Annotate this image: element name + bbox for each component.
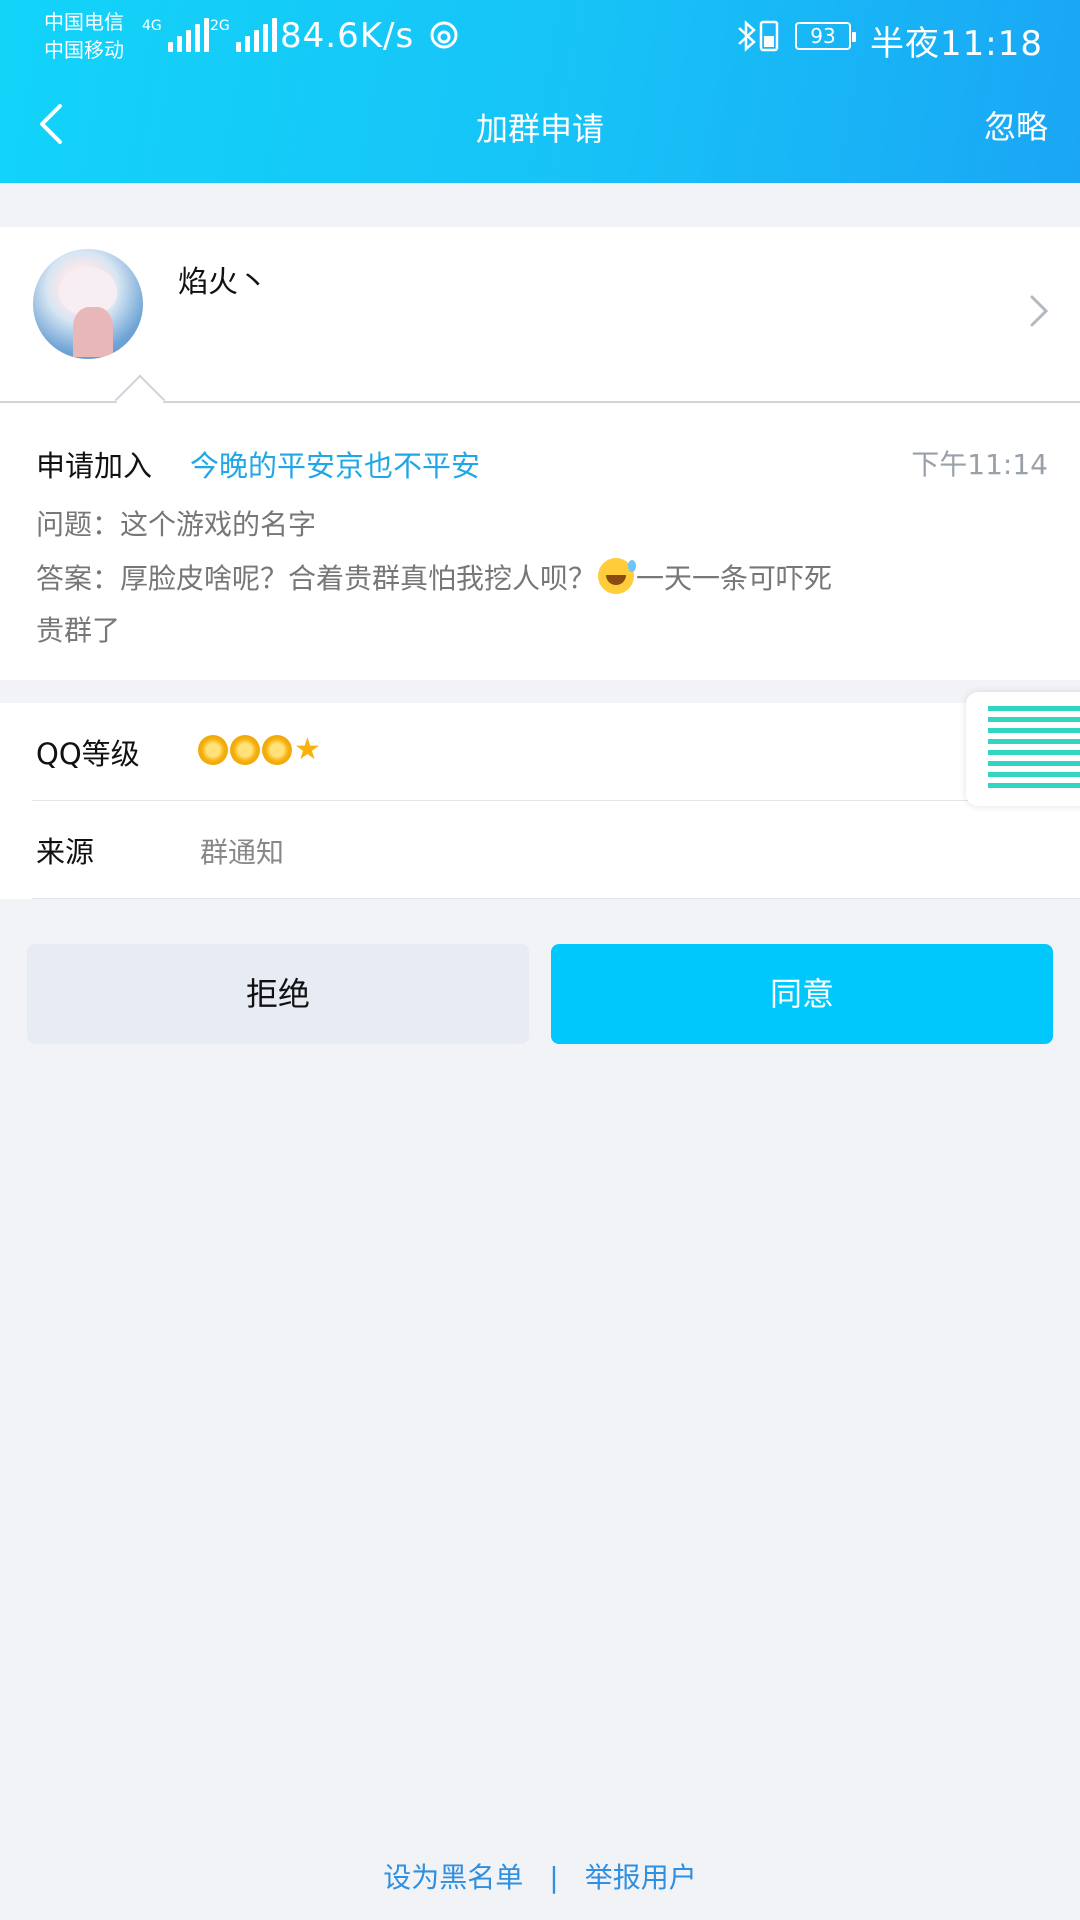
qq-level-badges: ★	[198, 735, 324, 765]
net-speed: 84.6K/s	[280, 16, 415, 56]
chevron-right-icon	[1030, 295, 1049, 327]
blacklist-link[interactable]: 设为黑名单	[383, 1861, 523, 1894]
ignore-button[interactable]: 忽略	[984, 102, 1048, 148]
sun-icon	[262, 735, 292, 765]
carrier-1: 中国电信	[44, 10, 124, 34]
page-title: 加群申请	[475, 110, 604, 148]
applicant-nickname: 焰火丶	[178, 265, 268, 300]
source-value: 群通知	[200, 836, 285, 869]
source-label: 来源	[36, 835, 95, 869]
request-answer: 答案：厚脸皮啥呢？合着贵群真怕我挖人呗？ 一天一条可吓死贵群了	[36, 553, 856, 657]
applicant-info: QQ等级 ★ 来源 群通知	[0, 703, 1080, 899]
group-name-link[interactable]: 今晚的平安京也不平安	[190, 443, 480, 485]
menu-lines-icon	[988, 706, 1080, 790]
reject-button[interactable]: 拒绝	[27, 944, 529, 1044]
source-row: 来源 群通知	[0, 801, 1080, 899]
signal-2g-icon: 2G	[210, 18, 277, 52]
request-time: 下午11:14	[911, 448, 1048, 481]
netease-music-icon	[428, 18, 460, 60]
vibrate-battery-icon	[758, 18, 780, 62]
sweat-smile-emoji-icon	[598, 558, 637, 594]
floating-menu-button[interactable]	[966, 692, 1080, 806]
footer-links: 设为黑名单 | 举报用户	[0, 1856, 1080, 1896]
status-time: 半夜11:18	[870, 24, 1043, 64]
avatar[interactable]	[33, 249, 143, 359]
signal-4g-icon: 4G	[142, 18, 209, 52]
accept-button[interactable]: 同意	[551, 944, 1053, 1044]
sun-icon	[230, 735, 260, 765]
net-1-label: 4G	[142, 18, 162, 34]
carrier-labels: 中国电信 中国移动	[44, 8, 124, 64]
request-label: 申请加入	[36, 449, 153, 483]
status-bar: 中国电信 中国移动 4G 2G 84.6K/s 93 半夜11:18	[0, 0, 1080, 80]
net-2-label: 2G	[210, 18, 230, 34]
carrier-2: 中国移动	[44, 38, 124, 62]
request-question: 问题：这个游戏的名字	[36, 508, 317, 541]
footer-separator: |	[549, 1861, 559, 1894]
qq-level-label: QQ等级	[36, 737, 140, 771]
row-divider	[32, 898, 1080, 899]
sun-icon	[198, 735, 228, 765]
star-icon: ★	[294, 732, 321, 767]
report-user-link[interactable]: 举报用户	[585, 1861, 697, 1894]
applicant-profile-row[interactable]: 焰火丶	[0, 227, 1080, 402]
request-details: 申请加入 今晚的平安京也不平安 下午11:14 问题：这个游戏的名字 答案：厚脸…	[0, 403, 1080, 680]
header-bar: 中国电信 中国移动 4G 2G 84.6K/s 93 半夜11:18 加群申请 …	[0, 0, 1080, 183]
qq-level-row: QQ等级 ★	[0, 703, 1080, 801]
answer-text-prefix: 答案：厚脸皮啥呢？合着贵群真怕我挖人呗？	[36, 562, 597, 595]
battery-indicator: 93	[795, 22, 856, 50]
